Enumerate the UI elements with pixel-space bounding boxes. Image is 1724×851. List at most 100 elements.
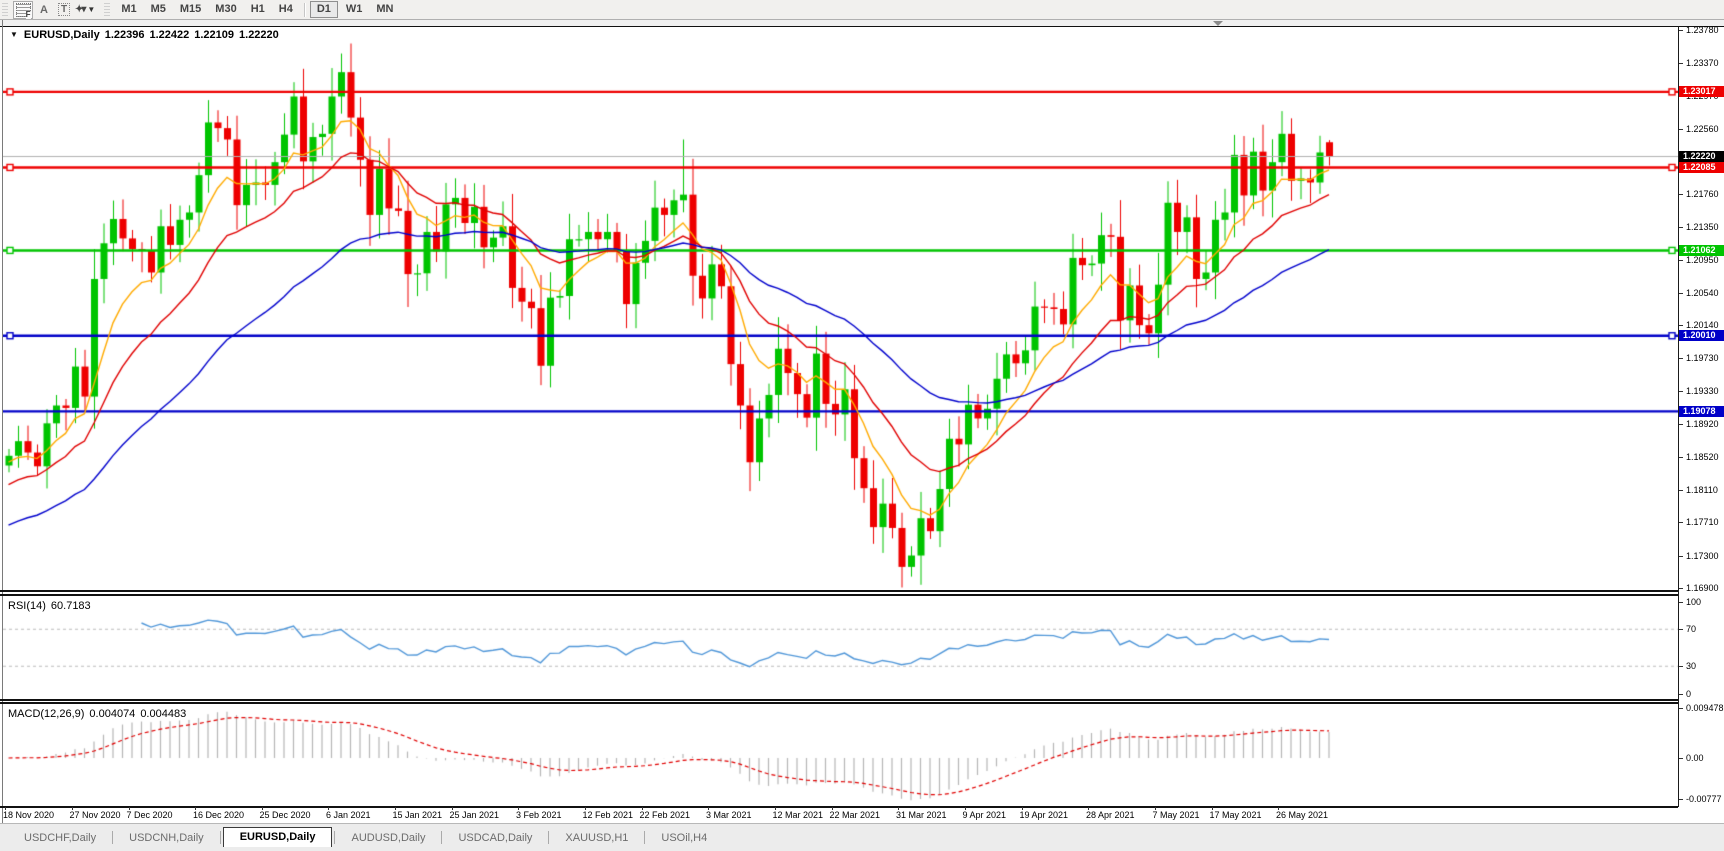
- timeframe-group: M1 M5 M15 M30 H1 H4 D1 W1 MN: [114, 1, 400, 18]
- price-axis-tick: [1679, 555, 1683, 557]
- rsi-indicator-canvas[interactable]: [3, 596, 1678, 698]
- price-axis-tick: [1679, 227, 1683, 229]
- text-icon: A: [40, 3, 48, 16]
- timeframe-button-mn[interactable]: MN: [370, 2, 399, 17]
- panel-separator: [0, 594, 1678, 596]
- macd-axis-tick: [1679, 758, 1683, 759]
- price-axis-tick: [1679, 587, 1683, 589]
- price-axis-tick: [1679, 128, 1683, 130]
- price-axis-label: 1.18110: [1686, 484, 1718, 495]
- rsi-label: RSI(14): [8, 600, 46, 612]
- date-axis-label: 19 Apr 2021: [1019, 810, 1069, 820]
- text-label-icon: T: [57, 3, 71, 16]
- price-axis-tick: [1679, 456, 1683, 458]
- rsi-axis-tick: [1679, 601, 1683, 603]
- chart-frame-bottom: [0, 806, 1678, 808]
- ohlc-open: 1.22396: [104, 29, 145, 41]
- price-axis-tick: [1679, 30, 1683, 31]
- toolbar-grip[interactable]: [2, 2, 8, 17]
- macd-axis-label: 0.00: [1686, 753, 1704, 763]
- tab-audusd-daily[interactable]: AUDUSD,Daily: [337, 829, 439, 848]
- toolbar-separator: [303, 2, 305, 17]
- timeframe-button-h4[interactable]: H4: [273, 2, 299, 17]
- date-axis-label: 3 Feb 2021: [516, 810, 562, 820]
- level-price-label[interactable]: 1.21062: [1679, 244, 1724, 256]
- text-tool-button[interactable]: A: [35, 2, 53, 18]
- rsi-value: 60.7183: [50, 600, 91, 612]
- price-axis-tick: [1679, 489, 1683, 491]
- tab-usdcnh-daily[interactable]: USDCNH,Daily: [115, 829, 218, 848]
- tab-usoil-h4[interactable]: USOil,H4: [647, 829, 721, 848]
- timeframe-button-w1[interactable]: W1: [340, 2, 369, 17]
- level-price-label[interactable]: 1.19078: [1679, 405, 1724, 417]
- rsi-axis-tick: [1679, 666, 1683, 668]
- price-axis-label: 1.20140: [1686, 320, 1719, 331]
- tab-eurusd-daily[interactable]: EURUSD,Daily: [222, 827, 333, 848]
- price-axis-label: 1.21760: [1686, 188, 1719, 199]
- price-axis-label: 1.20540: [1686, 287, 1719, 298]
- chart-tab-bar: USDCHF,Daily USDCNH,Daily EURUSD,Daily AUDU…: [0, 823, 1724, 848]
- level-price-label[interactable]: 1.23017: [1679, 86, 1724, 98]
- rsi-axis-tick: [1679, 694, 1683, 695]
- price-axis-tick: [1679, 424, 1683, 426]
- panel-separator[interactable]: [0, 590, 1678, 592]
- date-axis-label: 22 Mar 2021: [829, 810, 881, 820]
- fibonacci-tool-button[interactable]: F: [13, 0, 33, 19]
- macd-indicator-canvas[interactable]: [3, 704, 1678, 806]
- price-chart-canvas[interactable]: [3, 27, 1678, 590]
- timeframe-button-h1[interactable]: H1: [245, 2, 271, 17]
- panel-separator[interactable]: [0, 699, 1678, 701]
- date-axis-label: 25 Jan 2021: [449, 810, 500, 820]
- price-axis-label: 1.21350: [1686, 222, 1719, 233]
- price-axis-label: 1.20950: [1686, 254, 1719, 265]
- timeframe-button-m30[interactable]: M30: [209, 2, 242, 17]
- timeframe-button-m5[interactable]: M5: [145, 2, 172, 17]
- rsi-axis-label: 0: [1686, 689, 1692, 699]
- date-axis-label: 15 Jan 2021: [392, 810, 443, 820]
- tab-usdchf-daily[interactable]: USDCHF,Daily: [10, 829, 110, 848]
- timeframe-button-d1[interactable]: D1: [309, 1, 338, 18]
- price-axis-label: 1.17710: [1686, 517, 1719, 528]
- triangle-down-icon[interactable]: ▼: [10, 30, 18, 39]
- price-axis-label: 1.16900: [1686, 582, 1719, 593]
- date-axis-label: 12 Feb 2021: [582, 810, 634, 820]
- rsi-axis-label: 70: [1686, 624, 1697, 635]
- price-axis-tick: [1679, 522, 1683, 524]
- macd-label: MACD(12,26,9): [8, 708, 85, 720]
- price-axis-tick: [1679, 390, 1683, 392]
- mt4-terminal: { "toolbar": { "tools": [ {"name": "fibo…: [0, 0, 1724, 851]
- macd-axis-tick: [1679, 708, 1683, 709]
- price-axis-label: 1.18920: [1686, 419, 1719, 430]
- price-axis-label: 1.22560: [1686, 123, 1719, 134]
- chevron-down-icon: ▼: [87, 5, 96, 14]
- chart-symbol-label: EURUSD,Daily: [23, 29, 100, 41]
- rsi-axis-tick: [1679, 629, 1683, 631]
- price-axis-label: 1.19730: [1686, 353, 1719, 364]
- tab-usdcad-daily[interactable]: USDCAD,Daily: [444, 829, 546, 848]
- level-price-label[interactable]: 1.20010: [1679, 330, 1724, 342]
- date-axis-label: 25 Dec 2020: [259, 810, 311, 820]
- tab-divider: [441, 831, 443, 844]
- macd-signal-value: 0.004483: [140, 708, 187, 720]
- tab-divider: [548, 831, 550, 844]
- current-price-label: 1.22220: [1679, 151, 1724, 163]
- level-price-label[interactable]: 1.22085: [1679, 161, 1724, 173]
- tab-xauusd-h1[interactable]: XAUUSD,H1: [551, 829, 642, 848]
- date-axis-label: 31 Mar 2021: [896, 810, 947, 820]
- price-axis-label: 1.18520: [1686, 451, 1719, 462]
- timeframe-button-m15[interactable]: M15: [174, 2, 207, 17]
- date-axis-label: 22 Feb 2021: [639, 810, 691, 820]
- toolbar-grip[interactable]: [104, 2, 111, 17]
- date-axis-label: 16 Dec 2020: [193, 810, 245, 820]
- price-axis-label: 1.23780: [1686, 25, 1719, 35]
- timeframe-button-m1[interactable]: M1: [115, 2, 142, 17]
- fibonacci-icon: F: [15, 2, 31, 19]
- top-toolbar: F A T ✦▾ ▼ M1 M5 M15 M30 H1 H4 D1 W1 MN: [0, 0, 1724, 20]
- date-axis-label: 12 Mar 2021: [772, 810, 824, 820]
- ohlc-low: 1.22109: [194, 29, 235, 41]
- text-label-tool-button[interactable]: T: [55, 2, 73, 18]
- arrows-tool-button[interactable]: ✦▾ ▼: [75, 2, 95, 18]
- date-axis-label: 3 Mar 2021: [706, 810, 752, 820]
- date-axis-label: 18 Nov 2020: [3, 810, 55, 820]
- price-axis-tick: [1679, 193, 1683, 195]
